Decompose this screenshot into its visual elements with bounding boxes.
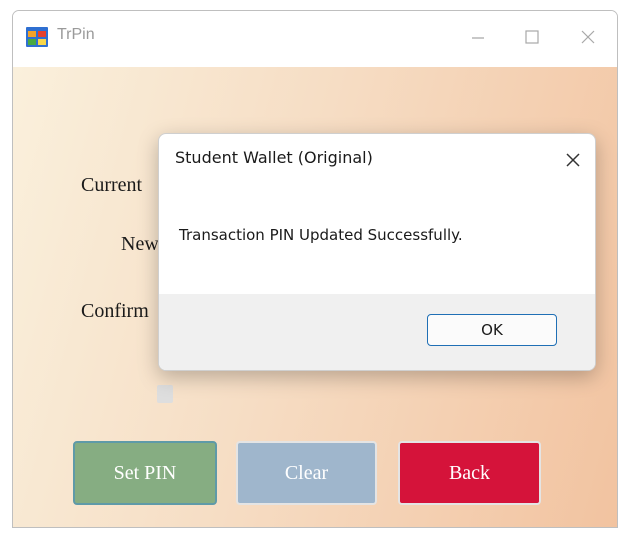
new-pin-label: New bbox=[121, 233, 159, 255]
set-pin-button[interactable]: Set PIN bbox=[73, 441, 217, 505]
confirm-pin-label: Confirm bbox=[81, 300, 149, 322]
current-pin-label: Current bbox=[81, 174, 143, 196]
window-title: TrPin bbox=[57, 26, 95, 43]
dialog-message: Transaction PIN Updated Successfully. bbox=[179, 226, 463, 244]
message-dialog: Student Wallet (Original) Transaction PI… bbox=[158, 133, 596, 371]
back-button[interactable]: Back bbox=[398, 441, 541, 505]
clear-button[interactable]: Clear bbox=[236, 441, 377, 505]
dialog-close-icon[interactable] bbox=[559, 146, 587, 174]
minimize-icon[interactable] bbox=[455, 17, 501, 57]
maximize-icon[interactable] bbox=[509, 17, 555, 57]
dialog-title: Student Wallet (Original) bbox=[175, 148, 373, 167]
checkbox[interactable] bbox=[157, 385, 173, 403]
close-icon[interactable] bbox=[565, 17, 611, 57]
title-bar[interactable]: TrPin bbox=[13, 11, 617, 67]
dialog-footer: OK bbox=[159, 294, 595, 370]
windows-form-icon bbox=[25, 25, 49, 49]
ok-button[interactable]: OK bbox=[427, 314, 557, 346]
